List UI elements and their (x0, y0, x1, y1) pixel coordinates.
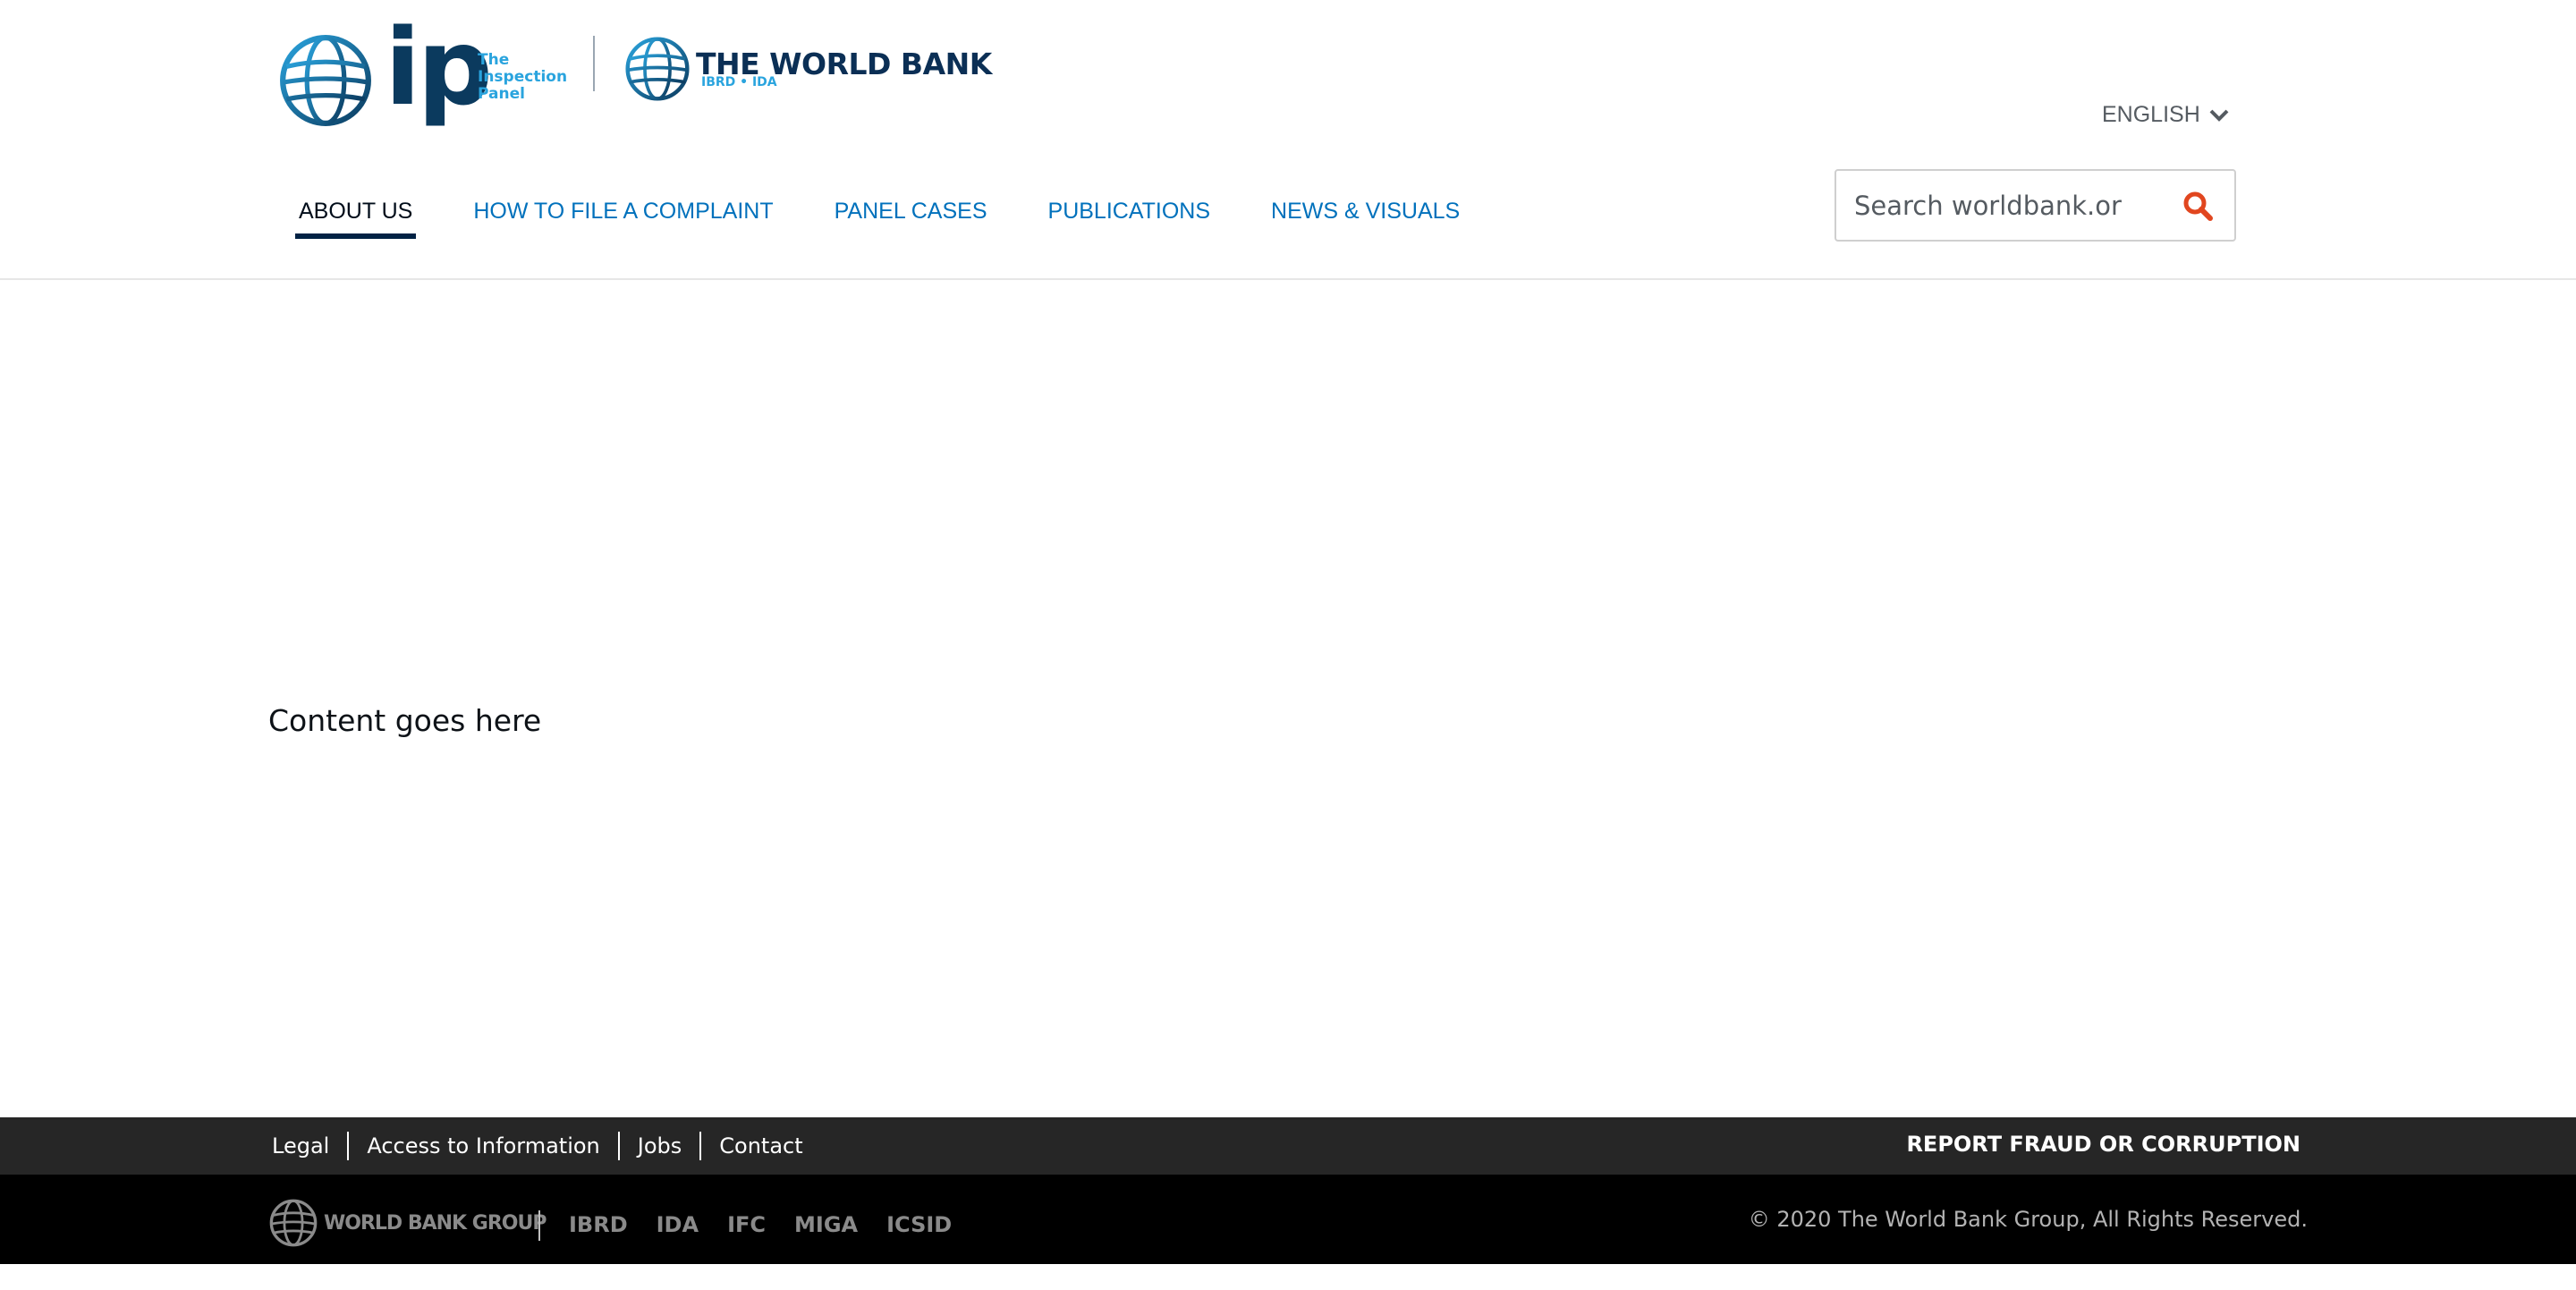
language-label: ENGLISH (2102, 102, 2200, 127)
world-bank-subtitle: IBRD • IDA (701, 75, 777, 89)
footer-link-access-to-information[interactable]: Access to Information (367, 1133, 599, 1158)
world-bank-globe-icon (625, 37, 690, 101)
copyright-text: © 2020 The World Bank Group, All Rights … (1748, 1207, 2308, 1232)
ip-logo-text: ip (385, 5, 493, 129)
org-links: IBRD IDA IFC MIGA ICSID (569, 1212, 980, 1237)
search-icon[interactable] (2182, 191, 2213, 221)
footer-link-jobs[interactable]: Jobs (638, 1133, 682, 1158)
footer-separator (617, 1132, 620, 1160)
world-bank-group-globe-icon (269, 1199, 318, 1247)
footer-bottom-bar: WORLD BANK GROUP IBRD IDA IFC MIGA ICSID… (0, 1175, 2576, 1264)
org-link-miga[interactable]: MIGA (794, 1212, 858, 1237)
world-bank-group-logo[interactable]: WORLD BANK GROUP (268, 1198, 547, 1248)
nav-item-panel-cases[interactable]: PANEL CASES (833, 195, 989, 239)
nav-item-about-us[interactable]: ABOUT US (294, 195, 417, 239)
footer-links: Legal Access to Information Jobs Contact (272, 1132, 803, 1160)
world-bank-group-label: WORLD BANK GROUP (324, 1211, 547, 1235)
footer-separator (699, 1132, 702, 1160)
org-link-icsid[interactable]: ICSID (886, 1212, 952, 1237)
org-link-ida[interactable]: IDA (657, 1212, 699, 1237)
org-link-ifc[interactable]: IFC (727, 1212, 766, 1237)
footer-separator (347, 1132, 350, 1160)
search-box (1835, 169, 2236, 242)
ip-subtitle: The Inspection Panel (478, 52, 567, 103)
footer-logo-divider (538, 1210, 540, 1241)
org-link-ibrd[interactable]: IBRD (569, 1212, 628, 1237)
footer-link-legal[interactable]: Legal (272, 1133, 329, 1158)
footer-link-contact[interactable]: Contact (719, 1133, 802, 1158)
nav-item-publications[interactable]: PUBLICATIONS (1046, 195, 1213, 239)
main-nav: ABOUT US HOW TO FILE A COMPLAINT PANEL C… (294, 195, 1462, 239)
language-selector[interactable]: ENGLISH (2102, 102, 2229, 128)
site-header: ip The Inspection Panel THE WORLD BANK I… (0, 0, 2576, 280)
brand-divider (593, 36, 595, 91)
ip-subtitle-line: Inspection (478, 68, 568, 86)
report-fraud-link[interactable]: REPORT FRAUD OR CORRUPTION (1906, 1132, 2301, 1157)
ip-subtitle-line: Panel (478, 85, 525, 103)
nav-item-news-and-visuals[interactable]: NEWS & VISUALS (1269, 195, 1462, 239)
footer-links-bar: Legal Access to Information Jobs Contact… (0, 1117, 2576, 1175)
globe-icon (280, 35, 371, 126)
chevron-down-icon (2209, 109, 2229, 122)
nav-item-how-to-file-a-complaint[interactable]: HOW TO FILE A COMPLAINT (471, 195, 775, 239)
page: ip The Inspection Panel THE WORLD BANK I… (0, 0, 2576, 1290)
ip-subtitle-line: The (478, 51, 510, 69)
content-placeholder-text: Content goes here (268, 703, 542, 738)
search-input[interactable] (1854, 190, 2123, 221)
